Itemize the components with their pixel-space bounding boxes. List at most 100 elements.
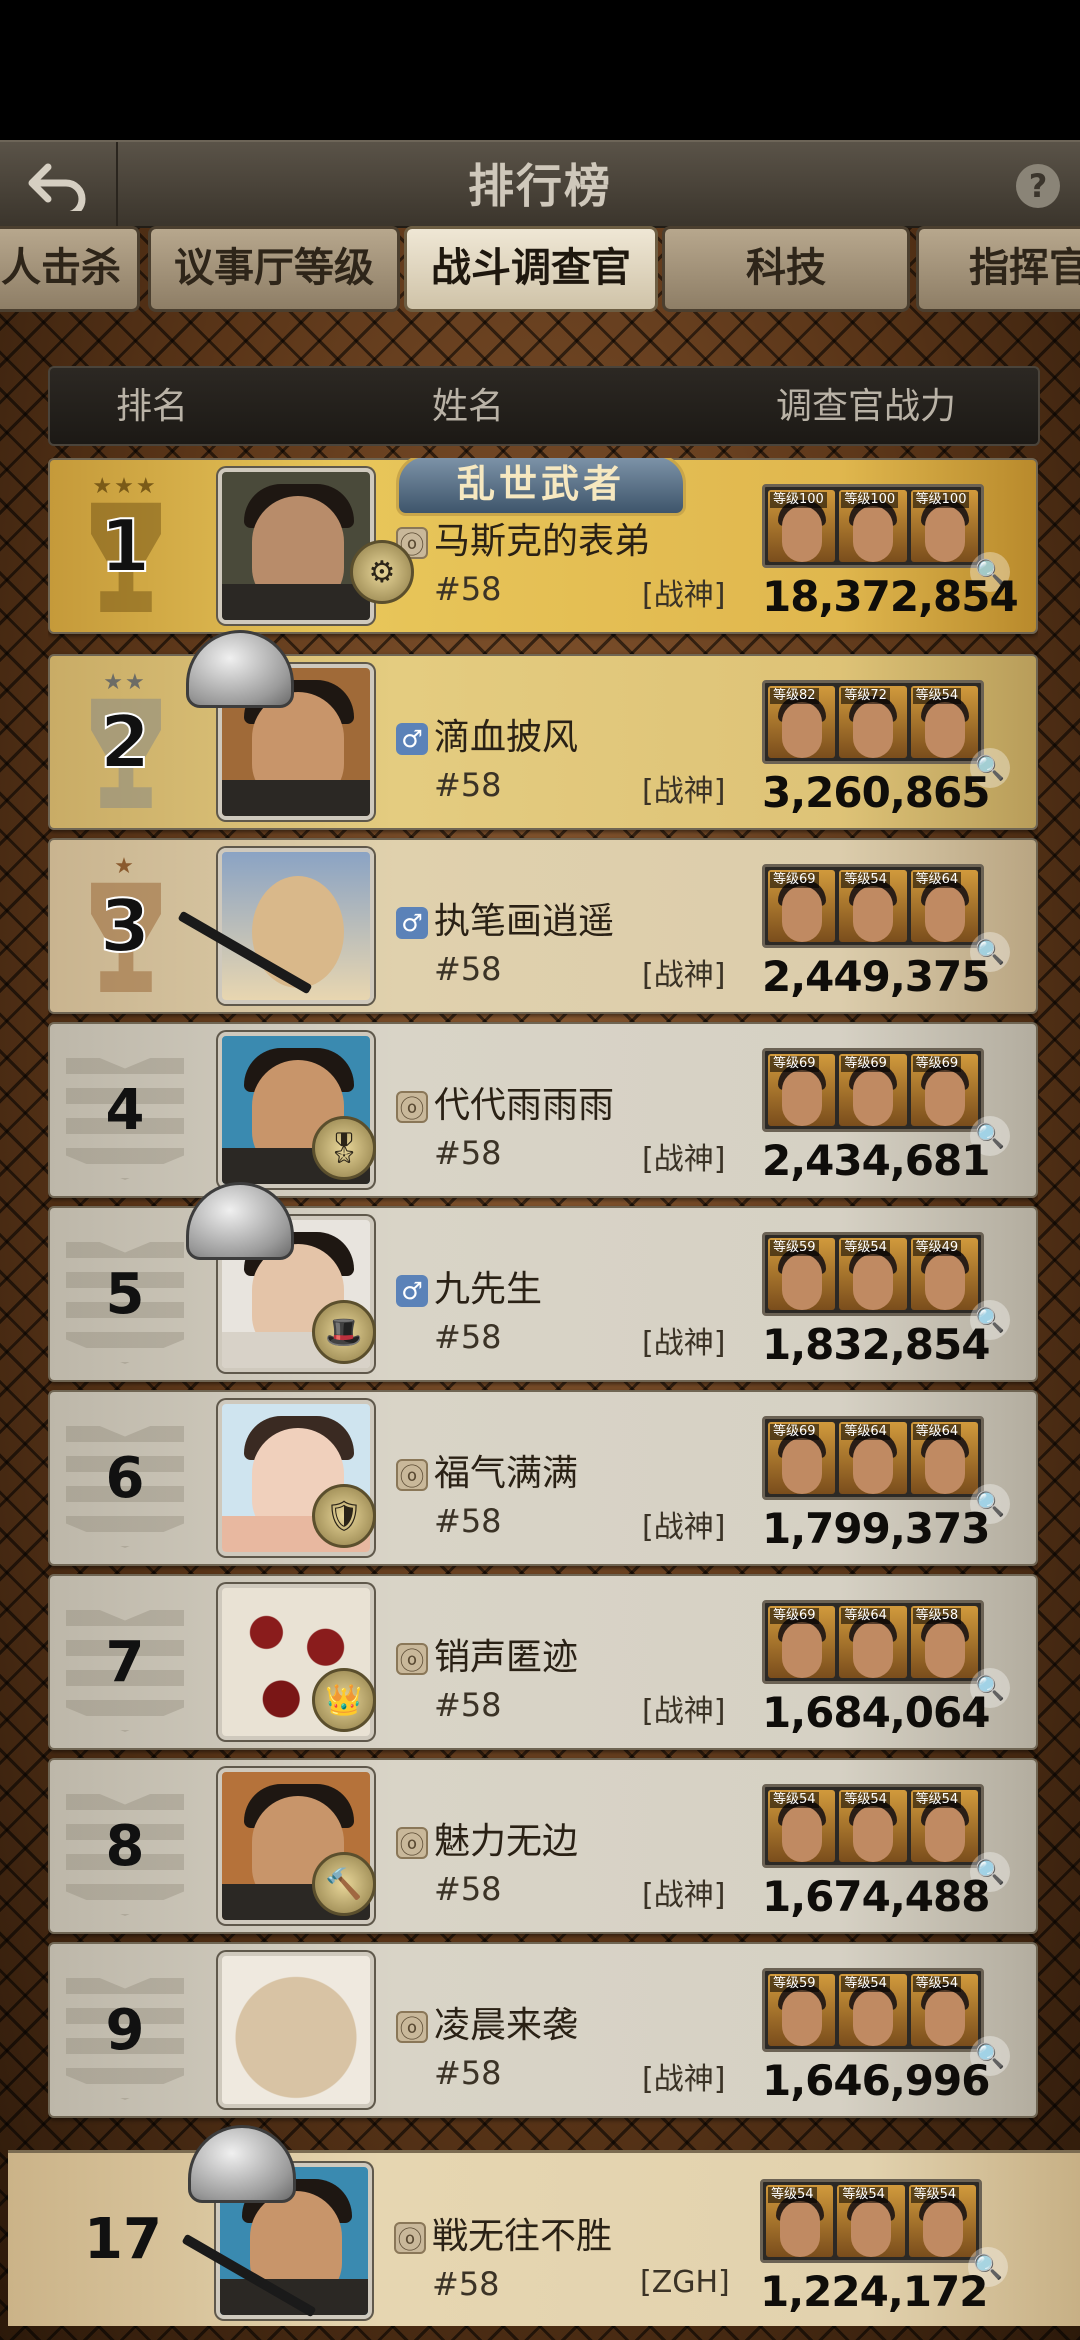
hidden-gender-icon: ⓞ [394, 2222, 426, 2254]
power-value: 18,372,854 [762, 572, 1019, 621]
hero-portrait: 等级69 [839, 1054, 907, 1126]
rank-row-5[interactable]: 5 🎩 ♂ 九先生 #58 [战神] 等级59 等级54 等级49 🔍 1,832… [48, 1182, 1038, 1382]
rank-number: 4 [105, 1077, 145, 1143]
rank-row-2[interactable]: ★★ 2 ♂ 滴血披风 #58 [战神] 等级82 等级72 等级54 🔍 3,2… [48, 630, 1038, 830]
rank-number: 6 [105, 1445, 145, 1511]
hero-portrait: 等级58 [910, 1606, 978, 1678]
server-id: #58 [434, 2054, 502, 2092]
hero-portrait: 等级54 [910, 686, 978, 758]
hero-portrait: 等级100 [839, 490, 907, 562]
rank-row-9[interactable]: 9 ⓞ 凌晨来袭 #58 [战神] 等级59 等级54 等级54 🔍 1,646,… [48, 1942, 1038, 2118]
alliance-tag: [战神] [642, 1326, 726, 1361]
hero-portrait: 等级64 [910, 1422, 978, 1494]
tab-commander[interactable]: 指挥官 [916, 226, 1080, 312]
server-id: #58 [432, 2265, 500, 2303]
tab-kills[interactable]: 人击杀 [0, 226, 140, 312]
player-name: 马斯克的表弟 [434, 521, 651, 562]
server-id: #58 [434, 1134, 502, 1172]
hero-lineup[interactable]: 等级100 等级100 等级100 [762, 484, 984, 568]
tab-tech[interactable]: 科技 [662, 226, 910, 312]
hero-portrait: 等级59 [768, 1238, 836, 1310]
hero-portrait: 等级69 [768, 1606, 836, 1678]
alliance-tag: [战神] [642, 1510, 726, 1545]
rank-number: 5 [105, 1261, 145, 1327]
tab-investigator[interactable]: 战斗调查官 [404, 226, 658, 312]
hero-lineup[interactable]: 等级69 等级54 等级64 [762, 864, 984, 948]
rank-row-7[interactable]: 7 👑 ⓞ 销声匿迹 #58 [战神] 等级69 等级64 等级58 🔍 1,68… [48, 1574, 1038, 1750]
ranking-list[interactable]: ★★★ 1 ⚙ 乱世武者 ⓞ 马斯克的表弟 #58 [战神] 等级100 等级10… [48, 458, 1038, 2148]
hidden-gender-icon: ⓞ [396, 2011, 428, 2043]
server-id: #58 [434, 1318, 502, 1356]
hidden-gender-icon: ⓞ [396, 1459, 428, 1491]
server-id: #58 [434, 1502, 502, 1540]
rank-cell: 6 [50, 1392, 200, 1564]
hero-lineup[interactable]: 等级59 等级54 等级54 [762, 1968, 984, 2052]
help-icon[interactable]: ? [1016, 164, 1060, 208]
hero-portrait: 等级54 [837, 2185, 905, 2257]
hero-portrait: 等级54 [839, 1790, 907, 1862]
hidden-gender-icon: ⓞ [396, 1091, 428, 1123]
officer-cap-badge-icon: 🎖 [312, 1116, 376, 1180]
hero-portrait: 等级54 [839, 1974, 907, 2046]
rank-number: 7 [105, 1629, 145, 1695]
hero-lineup[interactable]: 等级69 等级64 等级64 [762, 1416, 984, 1500]
hero-portrait: 等级59 [768, 1974, 836, 2046]
alliance-tag: [战神] [642, 774, 726, 809]
stars-icon: ★★★ [92, 474, 158, 499]
hero-lineup[interactable]: 等级82 等级72 等级54 [762, 680, 984, 764]
rank-row-4[interactable]: 4 🎖 ⓞ 代代雨雨雨 #58 [战神] 等级69 等级69 等级69 🔍 2,4… [48, 1022, 1038, 1198]
hero-portrait: 等级49 [910, 1238, 978, 1310]
rank-number: 8 [105, 1813, 145, 1879]
hero-lineup[interactable]: 等级69 等级69 等级69 [762, 1048, 984, 1132]
my-rank-row[interactable]: 17 ⓞ 戦无往不胜 #58 [ZGH] 等级54 等级54 等级54 🔍 1,2… [8, 2125, 1080, 2326]
col-name: 姓名 [432, 386, 505, 427]
server-id: #58 [434, 950, 502, 988]
title-badge: 乱世武者 [396, 458, 686, 516]
power-value: 1,799,373 [762, 1504, 990, 1553]
alliance-tag: [战神] [642, 1142, 726, 1177]
server-id: #58 [434, 766, 502, 804]
player-name: 滴血披风 [434, 717, 579, 758]
hero-lineup[interactable]: 等级54 等级54 等级54 [760, 2179, 982, 2263]
rank-row-3[interactable]: ★ 3 ♂ 执笔画逍遥 #58 [战神] 等级69 等级54 等级64 🔍 2,4… [48, 838, 1038, 1014]
power-value: 1,684,064 [762, 1688, 990, 1737]
rank-cell: ★★ 2 [50, 656, 200, 828]
hero-portrait: 等级64 [839, 1606, 907, 1678]
male-icon: ♂ [396, 1275, 428, 1307]
rank-cell: 8 [50, 1760, 200, 1932]
tab-bar: 人击杀 议事厅等级 战斗调查官 科技 指挥官 [0, 224, 1080, 314]
stars-icon: ★★ [103, 670, 147, 695]
rank-row-1[interactable]: ★★★ 1 ⚙ 乱世武者 ⓞ 马斯克的表弟 #58 [战神] 等级100 等级10… [48, 458, 1038, 634]
hero-lineup[interactable]: 等级69 等级64 等级58 [762, 1600, 984, 1684]
alliance-tag: [战神] [642, 958, 726, 993]
hero-lineup[interactable]: 等级59 等级54 等级49 [762, 1232, 984, 1316]
rank-row-8[interactable]: 8 🔨 ⓞ 魅力无边 #58 [战神] 等级54 等级54 等级54 🔍 1,67… [48, 1758, 1038, 1934]
rank-row-6[interactable]: 6 🛡 ⓞ 福气满满 #58 [战神] 等级69 等级64 等级64 🔍 1,79… [48, 1390, 1038, 1566]
power-value: 1,224,172 [760, 2267, 988, 2316]
power-value: 1,832,854 [762, 1320, 990, 1369]
tab-hall-level[interactable]: 议事厅等级 [148, 226, 400, 312]
hero-lineup[interactable]: 等级54 等级54 等级54 [762, 1784, 984, 1868]
power-value: 3,260,865 [762, 768, 990, 817]
player-name: 执笔画逍遥 [434, 901, 615, 942]
page-title: 排行榜 [468, 159, 612, 213]
avatar[interactable] [218, 468, 374, 624]
hero-portrait: 等级54 [768, 1790, 836, 1862]
avatar[interactable] [218, 1952, 374, 2108]
top-bar: 排行榜 ? [0, 140, 1080, 230]
player-name: 代代雨雨雨 [434, 1085, 615, 1126]
player-name: 凌晨来袭 [434, 2005, 579, 2046]
player-name: 戦无往不胜 [432, 2216, 613, 2257]
rank-cell: ★★★ 1 [50, 460, 200, 632]
col-rank: 排名 [116, 386, 189, 427]
power-value: 1,646,996 [762, 2056, 990, 2105]
rank-cell: 17 [48, 2153, 198, 2326]
hero-portrait: 等级69 [768, 870, 836, 942]
rank-number: 1 [99, 503, 151, 589]
hero-portrait: 等级72 [839, 686, 907, 758]
hero-portrait: 等级54 [766, 2185, 834, 2257]
hero-portrait: 等级54 [908, 2185, 976, 2257]
rank-number: 9 [105, 1997, 145, 2063]
hero-portrait: 等级64 [839, 1422, 907, 1494]
hero-portrait: 等级100 [910, 490, 978, 562]
